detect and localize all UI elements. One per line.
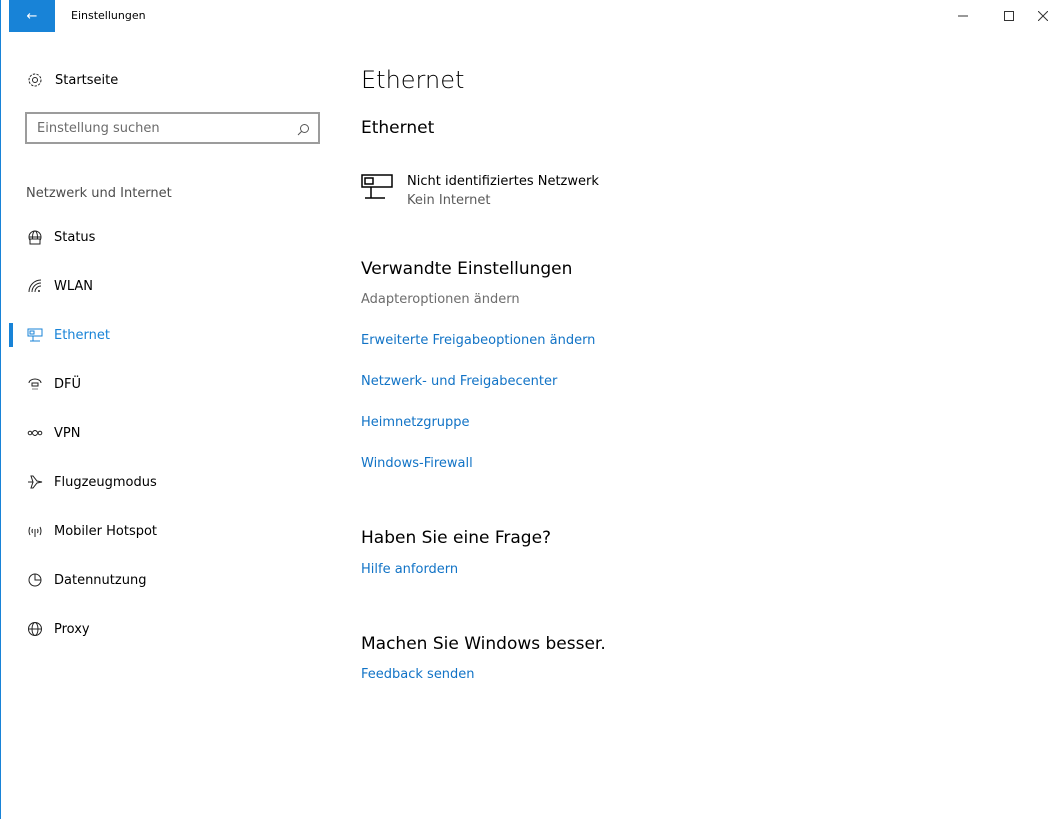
send-feedback-link[interactable]: Feedback senden: [361, 667, 475, 682]
search-box[interactable]: [25, 112, 320, 144]
close-button[interactable]: [1031, 0, 1053, 32]
sidebar-item-label: DFÜ: [54, 376, 82, 392]
network-status: Kein Internet: [407, 193, 491, 208]
sidebar-item-label: Ethernet: [54, 327, 110, 343]
close-icon: [1037, 11, 1048, 21]
sidebar-home[interactable]: Startseite: [27, 72, 118, 88]
section-title: Ethernet: [361, 118, 435, 138]
active-indicator: [9, 323, 13, 347]
sidebar-item-label: Proxy: [54, 621, 90, 637]
airplane-icon: [9, 474, 54, 490]
back-arrow-icon: ←: [26, 8, 38, 24]
network-sharing-center-link[interactable]: Netzwerk- und Freigabecenter: [361, 374, 557, 389]
vpn-icon: [9, 425, 54, 441]
adapter-options-link: Adapteroptionen ändern: [361, 292, 520, 307]
windows-firewall-link[interactable]: Windows-Firewall: [361, 456, 473, 471]
sidebar-item-dfue[interactable]: DFÜ: [9, 360, 329, 408]
hotspot-icon: [9, 523, 54, 539]
minimize-button[interactable]: [940, 0, 986, 32]
title-bar: ← Einstellungen: [1, 0, 1053, 32]
advanced-sharing-link[interactable]: Erweiterte Freigabeoptionen ändern: [361, 333, 595, 348]
globe-status-icon: [9, 229, 54, 245]
ethernet-network-icon: [361, 174, 407, 208]
page-title: Ethernet: [361, 66, 465, 94]
sidebar-home-label: Startseite: [55, 72, 119, 88]
search-input[interactable]: [27, 114, 318, 142]
sidebar-item-label: VPN: [54, 425, 81, 441]
sidebar-item-wlan[interactable]: WLAN: [9, 262, 329, 310]
back-button[interactable]: ←: [9, 0, 55, 32]
ethernet-icon: [9, 327, 54, 343]
homegroup-link[interactable]: Heimnetzgruppe: [361, 415, 470, 430]
network-entry[interactable]: Nicht identifiziertes Netzwerk Kein Inte…: [361, 174, 599, 208]
get-help-link[interactable]: Hilfe anfordern: [361, 562, 458, 577]
sidebar: Startseite Netzwerk und Internet Status …: [9, 32, 337, 819]
data-usage-icon: [9, 572, 54, 588]
network-name: Nicht identifiziertes Netzwerk: [407, 174, 599, 189]
sidebar-item-label: Mobiler Hotspot: [54, 523, 158, 539]
wifi-icon: [9, 278, 54, 294]
sidebar-item-label: Flugzeugmodus: [54, 474, 157, 490]
section-label: Netzwerk und Internet: [26, 186, 172, 201]
globe-icon: [9, 621, 54, 637]
sidebar-item-label: WLAN: [54, 278, 94, 294]
maximize-icon: [1004, 11, 1014, 21]
sidebar-item-mobiler-hotspot[interactable]: Mobiler Hotspot: [9, 507, 329, 555]
gear-icon: [27, 72, 55, 88]
app-title: Einstellungen: [71, 9, 146, 22]
search-icon[interactable]: [297, 121, 310, 140]
question-title: Haben Sie eine Frage?: [361, 528, 552, 548]
sidebar-item-datennutzung[interactable]: Datennutzung: [9, 556, 329, 604]
sidebar-item-proxy[interactable]: Proxy: [9, 605, 329, 653]
sidebar-item-flugzeugmodus[interactable]: Flugzeugmodus: [9, 458, 329, 506]
maximize-button[interactable]: [986, 0, 1032, 32]
sidebar-item-vpn[interactable]: VPN: [9, 409, 329, 457]
sidebar-item-ethernet[interactable]: Ethernet: [9, 311, 329, 359]
feedback-title: Machen Sie Windows besser.: [361, 634, 606, 654]
minimize-icon: [958, 15, 968, 17]
dialup-icon: [9, 376, 54, 392]
sidebar-item-label: Datennutzung: [54, 572, 147, 588]
sidebar-item-label: Status: [54, 229, 96, 245]
sidebar-item-status[interactable]: Status: [9, 213, 329, 261]
related-settings-title: Verwandte Einstellungen: [361, 259, 573, 279]
settings-window: ← Einstellungen Startseite Netzwerk und …: [0, 0, 1053, 819]
